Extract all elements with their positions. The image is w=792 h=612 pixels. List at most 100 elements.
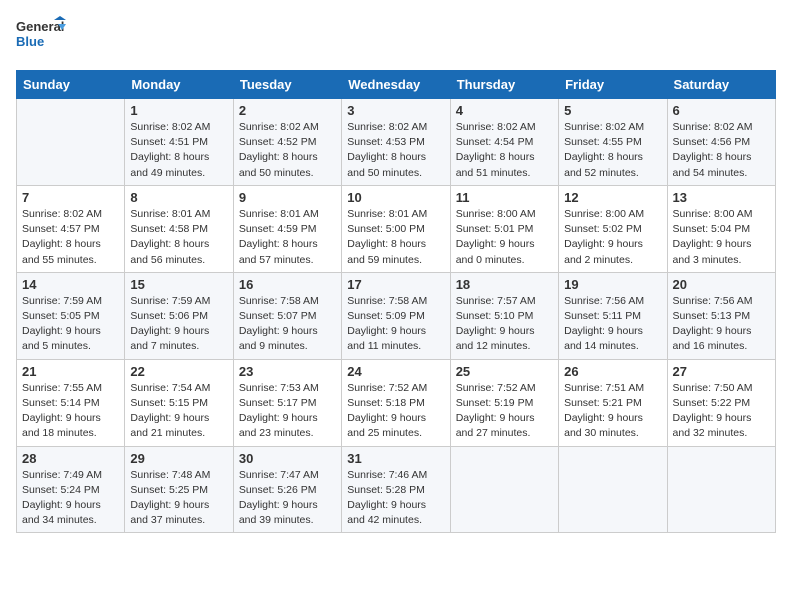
day-info: Sunrise: 7:47 AMSunset: 5:26 PMDaylight:… — [239, 468, 336, 529]
day-number: 26 — [564, 364, 661, 379]
day-info: Sunrise: 7:51 AMSunset: 5:21 PMDaylight:… — [564, 381, 661, 442]
calendar-week-row: 1Sunrise: 8:02 AMSunset: 4:51 PMDaylight… — [17, 99, 776, 186]
calendar-cell — [17, 99, 125, 186]
calendar-week-row: 28Sunrise: 7:49 AMSunset: 5:24 PMDayligh… — [17, 446, 776, 533]
weekday-header: Thursday — [450, 71, 558, 99]
day-number: 24 — [347, 364, 444, 379]
calendar-cell: 30 Sunrise: 7:47 AMSunset: 5:26 PMDayligh… — [233, 446, 341, 533]
day-number: 3 — [347, 103, 444, 118]
day-number: 18 — [456, 277, 553, 292]
calendar-cell: 28Sunrise: 7:49 AMSunset: 5:24 PMDayligh… — [17, 446, 125, 533]
day-info: Sunrise: 7:57 AMSunset: 5:10 PMDaylight:… — [456, 294, 553, 355]
day-info: Sunrise: 8:01 AMSunset: 4:58 PMDaylight:… — [130, 207, 227, 268]
calendar-cell: 24 Sunrise: 7:52 AMSunset: 5:18 PMDayligh… — [342, 359, 450, 446]
day-number: 8 — [130, 190, 227, 205]
calendar-cell: 12Sunrise: 8:00 AMSunset: 5:02 PMDayligh… — [559, 185, 667, 272]
day-info: Sunrise: 7:49 AMSunset: 5:24 PMDaylight:… — [22, 468, 119, 529]
day-number: 19 — [564, 277, 661, 292]
calendar-cell: 6 Sunrise: 8:02 AMSunset: 4:56 PMDaylight… — [667, 99, 775, 186]
calendar-week-row: 7Sunrise: 8:02 AMSunset: 4:57 PMDaylight… — [17, 185, 776, 272]
calendar-cell: 26 Sunrise: 7:51 AMSunset: 5:21 PMDayligh… — [559, 359, 667, 446]
calendar-cell: 15 Sunrise: 7:59 AMSunset: 5:06 PMDayligh… — [125, 272, 233, 359]
calendar-week-row: 21Sunrise: 7:55 AMSunset: 5:14 PMDayligh… — [17, 359, 776, 446]
day-number: 9 — [239, 190, 336, 205]
calendar-cell: 4 Sunrise: 8:02 AMSunset: 4:54 PMDaylight… — [450, 99, 558, 186]
day-info: Sunrise: 7:54 AMSunset: 5:15 PMDaylight:… — [130, 381, 227, 442]
day-info: Sunrise: 8:02 AMSunset: 4:52 PMDaylight:… — [239, 120, 336, 181]
logo: General Blue — [16, 16, 66, 58]
calendar-cell: 3 Sunrise: 8:02 AMSunset: 4:53 PMDaylight… — [342, 99, 450, 186]
day-info: Sunrise: 7:55 AMSunset: 5:14 PMDaylight:… — [22, 381, 119, 442]
calendar-week-row: 14 Sunrise: 7:59 AMSunset: 5:05 PMDayligh… — [17, 272, 776, 359]
day-info: Sunrise: 8:00 AMSunset: 5:01 PMDaylight:… — [456, 207, 553, 268]
calendar-body: 1Sunrise: 8:02 AMSunset: 4:51 PMDaylight… — [17, 99, 776, 533]
calendar-cell: 31 Sunrise: 7:46 AMSunset: 5:28 PMDayligh… — [342, 446, 450, 533]
day-number: 22 — [130, 364, 227, 379]
day-number: 30 — [239, 451, 336, 466]
day-number: 15 — [130, 277, 227, 292]
day-info: Sunrise: 7:48 AMSunset: 5:25 PMDaylight:… — [130, 468, 227, 529]
calendar-cell: 25 Sunrise: 7:52 AMSunset: 5:19 PMDayligh… — [450, 359, 558, 446]
day-info: Sunrise: 7:46 AMSunset: 5:28 PMDaylight:… — [347, 468, 444, 529]
day-info: Sunrise: 7:50 AMSunset: 5:22 PMDaylight:… — [673, 381, 770, 442]
calendar-cell: 8 Sunrise: 8:01 AMSunset: 4:58 PMDaylight… — [125, 185, 233, 272]
calendar-cell: 17 Sunrise: 7:58 AMSunset: 5:09 PMDayligh… — [342, 272, 450, 359]
day-info: Sunrise: 7:58 AMSunset: 5:09 PMDaylight:… — [347, 294, 444, 355]
day-number: 10 — [347, 190, 444, 205]
day-number: 11 — [456, 190, 553, 205]
calendar-cell — [667, 446, 775, 533]
calendar-cell: 16Sunrise: 7:58 AMSunset: 5:07 PMDayligh… — [233, 272, 341, 359]
day-info: Sunrise: 7:52 AMSunset: 5:18 PMDaylight:… — [347, 381, 444, 442]
day-number: 20 — [673, 277, 770, 292]
day-number: 27 — [673, 364, 770, 379]
day-info: Sunrise: 8:00 AMSunset: 5:04 PMDaylight:… — [673, 207, 770, 268]
calendar-header: SundayMondayTuesdayWednesdayThursdayFrid… — [17, 71, 776, 99]
weekday-header: Friday — [559, 71, 667, 99]
day-info: Sunrise: 8:02 AMSunset: 4:57 PMDaylight:… — [22, 207, 119, 268]
calendar-cell: 7Sunrise: 8:02 AMSunset: 4:57 PMDaylight… — [17, 185, 125, 272]
day-number: 6 — [673, 103, 770, 118]
day-number: 23 — [239, 364, 336, 379]
weekday-header: Wednesday — [342, 71, 450, 99]
calendar-cell: 14 Sunrise: 7:59 AMSunset: 5:05 PMDayligh… — [17, 272, 125, 359]
day-info: Sunrise: 8:02 AMSunset: 4:56 PMDaylight:… — [673, 120, 770, 181]
day-number: 29 — [130, 451, 227, 466]
calendar-cell: 11 Sunrise: 8:00 AMSunset: 5:01 PMDayligh… — [450, 185, 558, 272]
calendar-cell: 13 Sunrise: 8:00 AMSunset: 5:04 PMDayligh… — [667, 185, 775, 272]
calendar-cell: 21Sunrise: 7:55 AMSunset: 5:14 PMDayligh… — [17, 359, 125, 446]
calendar-cell — [450, 446, 558, 533]
day-number: 12 — [564, 190, 661, 205]
day-info: Sunrise: 7:53 AMSunset: 5:17 PMDaylight:… — [239, 381, 336, 442]
day-number: 14 — [22, 277, 119, 292]
weekday-header: Tuesday — [233, 71, 341, 99]
calendar-cell: 2 Sunrise: 8:02 AMSunset: 4:52 PMDaylight… — [233, 99, 341, 186]
calendar-cell — [559, 446, 667, 533]
day-info: Sunrise: 7:52 AMSunset: 5:19 PMDaylight:… — [456, 381, 553, 442]
calendar-cell: 22 Sunrise: 7:54 AMSunset: 5:15 PMDayligh… — [125, 359, 233, 446]
day-number: 2 — [239, 103, 336, 118]
calendar-cell: 23 Sunrise: 7:53 AMSunset: 5:17 PMDayligh… — [233, 359, 341, 446]
day-number: 1 — [130, 103, 227, 118]
day-number: 4 — [456, 103, 553, 118]
day-number: 13 — [673, 190, 770, 205]
calendar-cell: 10 Sunrise: 8:01 AMSunset: 5:00 PMDayligh… — [342, 185, 450, 272]
calendar-cell: 5 Sunrise: 8:02 AMSunset: 4:55 PMDaylight… — [559, 99, 667, 186]
day-number: 5 — [564, 103, 661, 118]
day-info: Sunrise: 8:02 AMSunset: 4:53 PMDaylight:… — [347, 120, 444, 181]
day-info: Sunrise: 7:56 AMSunset: 5:13 PMDaylight:… — [673, 294, 770, 355]
day-info: Sunrise: 8:02 AMSunset: 4:55 PMDaylight:… — [564, 120, 661, 181]
day-number: 17 — [347, 277, 444, 292]
day-info: Sunrise: 7:59 AMSunset: 5:05 PMDaylight:… — [22, 294, 119, 355]
calendar-cell: 20 Sunrise: 7:56 AMSunset: 5:13 PMDayligh… — [667, 272, 775, 359]
calendar-table: SundayMondayTuesdayWednesdayThursdayFrid… — [16, 70, 776, 533]
calendar-cell: 27 Sunrise: 7:50 AMSunset: 5:22 PMDayligh… — [667, 359, 775, 446]
weekday-header: Sunday — [17, 71, 125, 99]
calendar-cell: 19 Sunrise: 7:56 AMSunset: 5:11 PMDayligh… — [559, 272, 667, 359]
day-info: Sunrise: 8:01 AMSunset: 5:00 PMDaylight:… — [347, 207, 444, 268]
day-number: 25 — [456, 364, 553, 379]
day-info: Sunrise: 8:02 AMSunset: 4:54 PMDaylight:… — [456, 120, 553, 181]
day-info: Sunrise: 7:56 AMSunset: 5:11 PMDaylight:… — [564, 294, 661, 355]
day-info: Sunrise: 7:59 AMSunset: 5:06 PMDaylight:… — [130, 294, 227, 355]
day-number: 31 — [347, 451, 444, 466]
weekday-header: Saturday — [667, 71, 775, 99]
